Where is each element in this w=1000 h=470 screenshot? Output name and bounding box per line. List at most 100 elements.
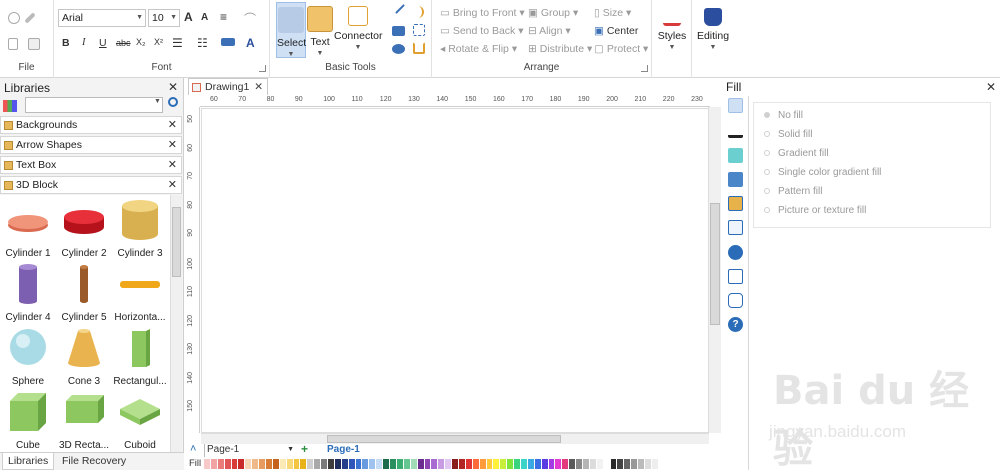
shape-cylinder-3[interactable]: Cylinder 3: [112, 199, 168, 259]
option-gradient-fill[interactable]: Gradient fill: [764, 148, 829, 159]
drawing-canvas[interactable]: [201, 108, 709, 433]
color-swatch[interactable]: [279, 459, 287, 469]
hyperlink-icon[interactable]: [728, 245, 743, 260]
format-painter-icon[interactable]: [8, 12, 20, 24]
color-swatch[interactable]: [245, 459, 253, 469]
library-category-backgrounds[interactable]: Backgrounds ✕: [0, 116, 182, 134]
color-swatch[interactable]: [355, 459, 363, 469]
color-swatch[interactable]: [596, 459, 604, 469]
color-swatch[interactable]: [645, 459, 652, 469]
fill-icon[interactable]: [728, 98, 743, 113]
align-text-icon[interactable]: ≡: [220, 10, 227, 24]
color-swatch[interactable]: [272, 459, 280, 469]
scroll-thumb[interactable]: [172, 207, 181, 277]
library-menu-icon[interactable]: [3, 100, 17, 112]
editing-button[interactable]: Editing ▼: [693, 4, 733, 64]
library-category-3d-block[interactable]: 3D Block ✕: [0, 176, 182, 194]
color-swatch[interactable]: [507, 459, 515, 469]
option-solid-fill[interactable]: Solid fill: [764, 129, 812, 140]
text-tool-button[interactable]: Text ▼: [306, 2, 334, 58]
color-swatch[interactable]: [500, 459, 508, 469]
color-swatch[interactable]: [445, 459, 453, 469]
color-swatch[interactable]: [527, 459, 535, 469]
shape-cylinder-5[interactable]: Cylinder 5: [56, 263, 112, 323]
color-swatch[interactable]: [610, 459, 618, 469]
font-size-select[interactable]: 10 ▼: [148, 9, 180, 27]
connector-tool-button[interactable]: Connector ▼: [334, 2, 382, 58]
close-icon[interactable]: ✕: [254, 79, 263, 95]
color-swatch[interactable]: [369, 459, 377, 469]
color-swatch[interactable]: [472, 459, 480, 469]
close-icon[interactable]: ✕: [986, 80, 996, 94]
shape-cuboid[interactable]: Cuboid: [112, 391, 168, 451]
color-swatch[interactable]: [541, 459, 549, 469]
clear-format-icon[interactable]: [24, 12, 36, 24]
shape-cylinder-4[interactable]: Cylinder 4: [0, 263, 56, 323]
bullets-icon[interactable]: ☷: [197, 36, 208, 50]
color-swatch[interactable]: [624, 459, 632, 469]
color-swatch[interactable]: [362, 459, 370, 469]
color-swatch[interactable]: [231, 459, 239, 469]
option-single-color-gradient-fill[interactable]: Single color gradient fill: [764, 167, 881, 178]
bold-button[interactable]: B: [62, 37, 70, 49]
page-tab[interactable]: Page-1: [327, 444, 360, 455]
color-swatch[interactable]: [376, 459, 384, 469]
color-swatch[interactable]: [555, 459, 563, 469]
close-icon[interactable]: ✕: [168, 137, 177, 153]
line-icon[interactable]: [395, 4, 405, 14]
center-button[interactable]: ▣ Center: [594, 25, 638, 37]
image-icon[interactable]: [728, 172, 743, 187]
option-no-fill[interactable]: No fill: [764, 110, 803, 121]
crop-icon[interactable]: [413, 42, 425, 54]
color-swatch[interactable]: [238, 459, 246, 469]
arc-icon[interactable]: [416, 6, 424, 18]
paste-icon[interactable]: [28, 38, 40, 50]
page-select[interactable]: Page-1 ▼: [204, 444, 296, 457]
color-swatch[interactable]: [520, 459, 528, 469]
color-swatch[interactable]: [259, 459, 267, 469]
rectangle-icon[interactable]: [392, 26, 405, 36]
color-swatch[interactable]: [452, 459, 459, 469]
color-swatch[interactable]: [438, 459, 446, 469]
copy-icon[interactable]: [8, 38, 18, 50]
color-swatch[interactable]: [603, 459, 611, 469]
chevron-down-icon[interactable]: ▼: [154, 98, 161, 105]
dialog-launcher-icon[interactable]: [259, 65, 266, 72]
color-swatch[interactable]: [300, 459, 308, 469]
color-swatch[interactable]: [314, 459, 322, 469]
shrink-font-icon[interactable]: A: [201, 12, 208, 23]
color-swatch[interactable]: [576, 459, 583, 469]
underline-button[interactable]: U: [99, 37, 107, 49]
text-direction-icon[interactable]: ⌒: [244, 10, 256, 27]
distribute-button[interactable]: ⊞ Distribute ▾: [528, 43, 592, 55]
color-swatch[interactable]: [403, 459, 411, 469]
color-swatch[interactable]: [341, 459, 349, 469]
note-icon[interactable]: [728, 269, 743, 284]
canvas-horizontal-scrollbar[interactable]: [201, 433, 709, 444]
highlight-icon[interactable]: [221, 38, 235, 46]
tab-drawing1[interactable]: Drawing1 ✕: [188, 78, 268, 95]
color-swatch[interactable]: [479, 459, 487, 469]
line-spacing-icon[interactable]: ☰: [172, 36, 183, 50]
help-icon[interactable]: ?: [728, 317, 743, 332]
strikethrough-button[interactable]: abc: [116, 38, 131, 48]
italic-button[interactable]: I: [82, 37, 86, 48]
color-swatch[interactable]: [266, 459, 273, 469]
color-swatch[interactable]: [465, 459, 473, 469]
font-family-select[interactable]: Arial ▼: [58, 9, 146, 27]
shape-cone-3[interactable]: Cone 3: [56, 327, 112, 387]
libraries-scrollbar[interactable]: [170, 195, 182, 453]
color-swatch[interactable]: [514, 459, 521, 469]
color-swatch[interactable]: [286, 459, 294, 469]
color-swatch[interactable]: [217, 459, 225, 469]
group-button[interactable]: ▣ Group ▾: [528, 7, 578, 19]
close-icon[interactable]: ✕: [168, 177, 177, 193]
color-swatch[interactable]: [396, 459, 404, 469]
properties-icon[interactable]: [728, 220, 743, 235]
library-category-text-box[interactable]: Text Box ✕: [0, 156, 182, 174]
rotate-flip-button[interactable]: ◂ Rotate & Flip ▾: [440, 43, 517, 55]
color-swatch[interactable]: [589, 459, 597, 469]
shape-rectangular-block[interactable]: Rectangul...: [112, 327, 168, 387]
send-to-back-button[interactable]: ▭ Send to Back ▾: [440, 25, 524, 37]
shape-cube[interactable]: Cube: [0, 391, 56, 451]
